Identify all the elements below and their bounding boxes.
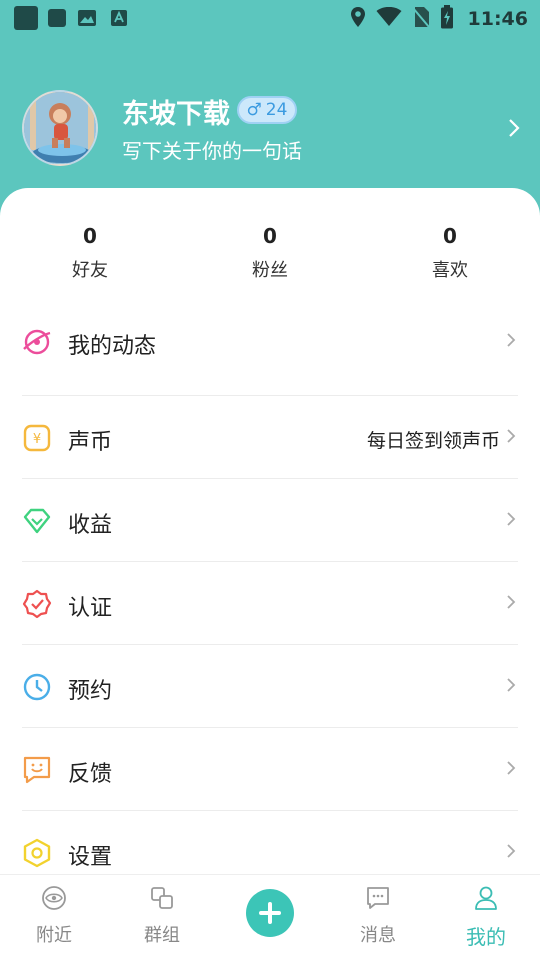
menu-item-coins[interactable]: ¥ 声币 每日签到领声币 — [22, 396, 518, 479]
menu-item-feedback[interactable]: 反馈 — [22, 728, 518, 811]
verified-badge-icon — [22, 589, 52, 619]
bottom-navigation: 附近 群组 消息 我的 — [0, 874, 540, 960]
image-icon — [76, 7, 98, 29]
menu-item-verification[interactable]: 认证 — [22, 562, 518, 645]
chevron-right-icon — [506, 511, 516, 531]
profile-summary[interactable]: 东坡下载 ♂ 24 写下关于你的一句话 — [22, 90, 528, 168]
age-value: 24 — [265, 100, 288, 120]
status-bar: 11:46 — [0, 0, 540, 36]
stat-value: 0 — [83, 224, 97, 248]
planet-icon — [22, 327, 52, 357]
daily-checkin-hint: 每日签到领声币 — [366, 430, 500, 452]
clock-icon — [22, 672, 52, 702]
stat-likes[interactable]: 0 喜欢 — [390, 224, 510, 282]
system-icons: 11:46 — [350, 5, 528, 33]
stat-label: 粉丝 — [252, 260, 288, 281]
menu-label: 声币 — [68, 430, 113, 455]
app-notification-icon — [14, 6, 38, 30]
profile-screen: 11:46 东坡下载 ♂ 24 写下关于你的一句话 0 好友 0 粉丝 0 喜欢… — [0, 0, 540, 960]
app-notification-icon-small — [48, 9, 66, 27]
menu-label: 收益 — [68, 513, 113, 538]
avatar[interactable] — [22, 90, 98, 166]
nav-me[interactable]: 我的 — [436, 885, 536, 950]
location-icon — [350, 6, 366, 32]
nav-label: 我的 — [466, 925, 506, 949]
chevron-right-icon — [506, 332, 516, 352]
nav-groups[interactable]: 群组 — [112, 885, 212, 947]
font-app-icon — [108, 7, 130, 29]
menu-label: 认证 — [68, 596, 113, 621]
nearby-icon — [41, 885, 67, 911]
bio-text[interactable]: 写下关于你的一句话 — [122, 135, 302, 164]
nav-messages[interactable]: 消息 — [328, 885, 428, 947]
menu-item-moments[interactable]: 我的动态 — [22, 292, 518, 396]
profile-card: 0 好友 0 粉丝 0 喜欢 我的动态 ¥ 声币 每日签到领声币 收益 认证 预… — [0, 188, 540, 888]
menu-label: 预约 — [68, 679, 113, 704]
coin-icon: ¥ — [22, 423, 52, 453]
chevron-right-icon — [506, 594, 516, 614]
nav-label: 群组 — [144, 925, 180, 946]
gender-age-badge: ♂ 24 — [237, 96, 297, 124]
diamond-icon — [22, 506, 52, 536]
stat-value: 0 — [443, 224, 457, 248]
stat-value: 0 — [263, 224, 277, 248]
group-icon — [149, 885, 175, 911]
stat-friends[interactable]: 0 好友 — [30, 224, 150, 282]
chevron-right-icon — [506, 760, 516, 780]
chevron-right-icon — [506, 843, 516, 863]
menu-list: 我的动态 ¥ 声币 每日签到领声币 收益 认证 预约 反馈 设置 — [22, 292, 518, 894]
chevron-right-icon — [508, 118, 520, 142]
svg-text:¥: ¥ — [33, 432, 41, 447]
menu-label: 反馈 — [68, 762, 113, 787]
feedback-icon — [22, 755, 52, 785]
male-icon: ♂ — [246, 100, 262, 120]
stats-row: 0 好友 0 粉丝 0 喜欢 — [0, 224, 540, 284]
no-sim-icon — [411, 6, 430, 32]
nav-nearby[interactable]: 附近 — [4, 885, 104, 947]
battery-icon — [440, 5, 454, 33]
clock-time: 11:46 — [467, 8, 528, 30]
publish-button[interactable] — [246, 889, 294, 937]
chevron-right-icon — [506, 677, 516, 697]
stat-label: 喜欢 — [432, 260, 468, 281]
username: 东坡下载 — [122, 99, 230, 130]
profile-icon — [473, 885, 499, 911]
plus-icon — [259, 902, 281, 924]
menu-item-earnings[interactable]: 收益 — [22, 479, 518, 562]
message-icon — [365, 885, 391, 911]
menu-item-appointment[interactable]: 预约 — [22, 645, 518, 728]
stat-label: 好友 — [72, 260, 108, 281]
settings-hexagon-icon — [22, 838, 52, 868]
chevron-right-icon — [506, 428, 516, 448]
wifi-icon — [376, 6, 402, 31]
nav-label: 附近 — [36, 925, 72, 946]
nav-label: 消息 — [360, 925, 396, 946]
stat-fans[interactable]: 0 粉丝 — [210, 224, 330, 282]
notification-icons — [14, 6, 130, 30]
menu-label: 设置 — [68, 845, 113, 870]
menu-label: 我的动态 — [68, 334, 157, 359]
